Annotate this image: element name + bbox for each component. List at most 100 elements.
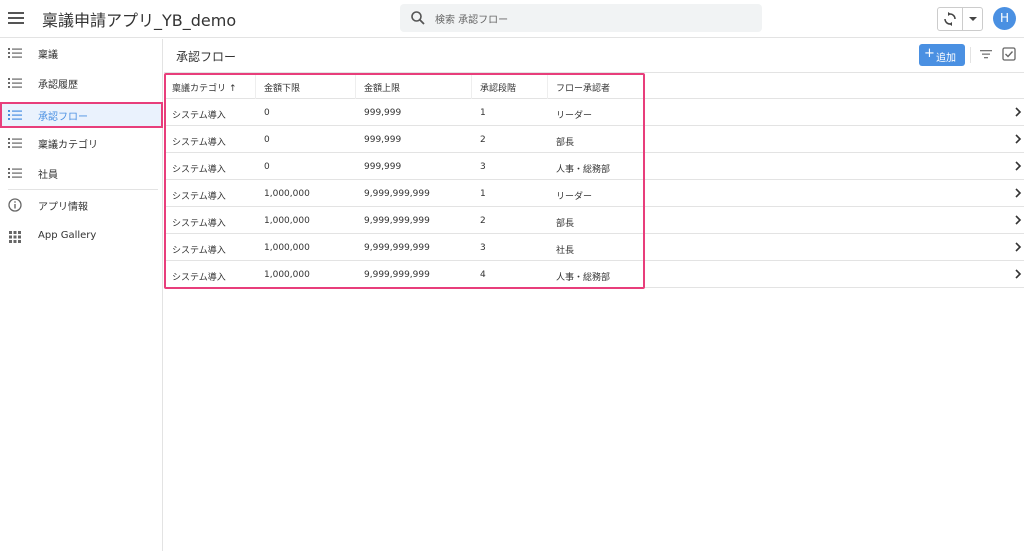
cell-max-amount: 999,999 [364,162,402,172]
cell-stage: 3 [480,162,486,172]
cell-category: システム導入 [172,165,226,175]
sidebar-item-ringi-category[interactable]: 稟議カテゴリ [0,130,163,156]
info-icon [8,198,22,212]
cell-category: システム導入 [172,273,226,283]
list-icon [8,110,22,120]
main-header: 承認フロー + 追加 [164,39,1024,73]
cell-min-amount: 0 [264,108,270,118]
column-header-min-amount[interactable]: 金額下限 [256,73,356,99]
cell-stage: 1 [480,189,486,199]
cell-max-amount: 9,999,999,999 [364,189,430,199]
sync-icon [944,12,956,26]
cell-min-amount: 0 [264,162,270,172]
cell-stage: 3 [480,243,486,253]
select-checkbox-icon[interactable] [1002,47,1016,61]
column-header-category[interactable]: 稟議カテゴリ ↑ [164,73,256,99]
sidebar-item-app-info[interactable]: アプリ情報 [0,192,163,218]
plus-icon: + [924,46,935,61]
sidebar-item-label: App Gallery [38,230,97,241]
cell-stage: 2 [480,216,486,226]
sync-dropdown-button[interactable] [964,8,982,30]
list-icon [8,48,22,58]
table-header: 稟議カテゴリ ↑ 金額下限 金額上限 承認段階 フロー承認者 [164,73,1024,99]
chevron-right-icon[interactable] [1014,188,1022,198]
cell-stage: 2 [480,135,486,145]
chevron-right-icon[interactable] [1014,215,1022,225]
cell-min-amount: 1,000,000 [264,270,310,280]
cell-approver: 人事・総務部 [556,273,611,283]
sidebar-item-ringi[interactable]: 稟議 [0,40,163,66]
table-row[interactable]: システム導入 0 999,999 3 人事・総務部 [164,153,1024,180]
table-row[interactable]: システム導入 1,000,000 9,999,999,999 2 部長 [164,207,1024,234]
cell-max-amount: 9,999,999,999 [364,243,430,253]
cell-min-amount: 0 [264,135,270,145]
list-icon [8,168,22,178]
cell-category: システム導入 [172,138,226,148]
table-row[interactable]: システム導入 1,000,000 9,999,999,999 3 社長 [164,234,1024,261]
column-header-approval-stage[interactable]: 承認段階 [472,73,548,99]
chevron-right-icon[interactable] [1014,134,1022,144]
sidebar: 稟議 承認履歴 承認フロー 稟議カテゴリ 社員 アプリ情報 App Galler… [0,39,163,551]
sidebar-divider [8,189,158,190]
cell-category: システム導入 [172,219,226,229]
sidebar-item-label: アプリ情報 [38,202,88,213]
cell-max-amount: 9,999,999,999 [364,270,430,280]
sidebar-item-app-gallery[interactable]: App Gallery [0,224,163,250]
column-header-label: 稟議カテゴリ [172,84,227,94]
table-row[interactable]: システム導入 1,000,000 9,999,999,999 4 人事・総務部 [164,261,1024,288]
cell-stage: 1 [480,108,486,118]
cell-approver: 人事・総務部 [556,165,611,175]
cell-stage: 4 [480,270,486,280]
grid-icon [9,231,21,243]
search-icon [411,11,425,25]
chevron-right-icon[interactable] [1014,269,1022,279]
sidebar-item-label: 稟議カテゴリ [38,140,98,151]
sync-button-group [937,7,983,31]
top-bar: 稟議申請アプリ_YB_demo 検索 承認フロー H [0,0,1024,38]
chevron-right-icon[interactable] [1014,161,1022,171]
table-row[interactable]: システム導入 0 999,999 2 部長 [164,126,1024,153]
cell-approver: 部長 [556,219,575,229]
cell-max-amount: 9,999,999,999 [364,216,430,226]
search-input[interactable]: 検索 承認フロー [400,4,762,32]
cell-min-amount: 1,000,000 [264,189,310,199]
app-title: 稟議申請アプリ_YB_demo [42,11,237,30]
column-header-max-amount[interactable]: 金額上限 [356,73,472,99]
sync-button[interactable] [938,8,963,30]
cell-max-amount: 999,999 [364,108,402,118]
sidebar-item-employees[interactable]: 社員 [0,160,163,186]
menu-icon[interactable] [8,10,24,26]
add-button-label: 追加 [936,53,956,64]
cell-min-amount: 1,000,000 [264,243,310,253]
search-placeholder: 検索 承認フロー [435,15,509,26]
cell-approver: リーダー [556,111,593,121]
cell-min-amount: 1,000,000 [264,216,310,226]
avatar[interactable]: H [993,7,1016,30]
add-button[interactable]: + 追加 [919,44,965,66]
list-icon [8,78,22,88]
cell-approver: 部長 [556,138,575,148]
page-title: 承認フロー [176,50,237,64]
cell-max-amount: 999,999 [364,135,402,145]
table-row[interactable]: システム導入 1,000,000 9,999,999,999 1 リーダー [164,180,1024,207]
cell-category: システム導入 [172,246,226,256]
sidebar-item-approval-flow[interactable]: 承認フロー [0,102,163,128]
column-header-approver[interactable]: フロー承認者 [548,73,643,99]
header-divider [970,47,971,63]
cell-category: システム導入 [172,192,226,202]
cell-approver: 社長 [556,246,575,256]
chevron-right-icon[interactable] [1014,242,1022,252]
sidebar-item-label: 承認履歴 [38,80,78,91]
sidebar-item-label: 承認フロー [38,112,88,123]
sort-ascending-icon: ↑ [229,84,237,94]
chevron-right-icon[interactable] [1014,107,1022,117]
cell-category: システム導入 [172,111,226,121]
filter-icon[interactable] [980,49,992,59]
table-row[interactable]: システム導入 0 999,999 1 リーダー [164,99,1024,126]
cell-approver: リーダー [556,192,593,202]
chevron-down-icon [969,17,977,21]
sidebar-item-label: 稟議 [38,50,58,61]
sidebar-item-label: 社員 [38,170,58,181]
list-icon [8,138,22,148]
sidebar-item-approval-history[interactable]: 承認履歴 [0,70,163,96]
